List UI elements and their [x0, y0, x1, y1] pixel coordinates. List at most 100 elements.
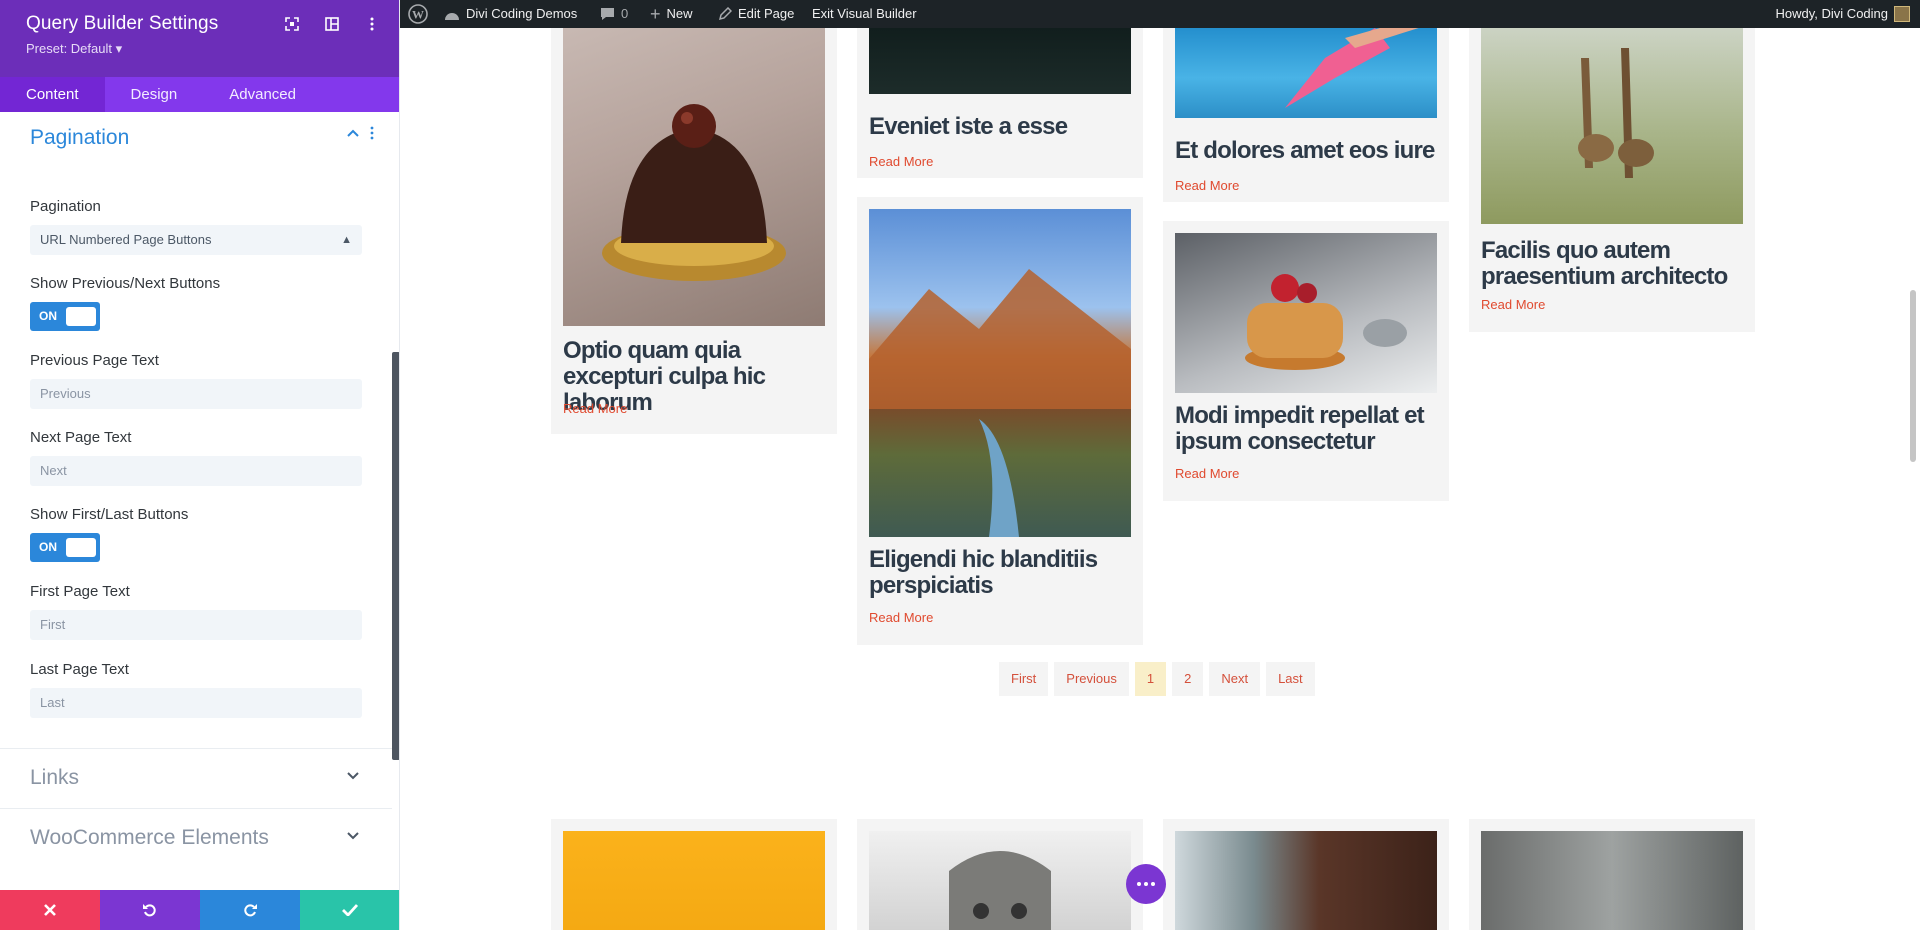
comments-link[interactable]: 0: [600, 0, 628, 28]
post-card: Optio quam quia excepturi culpa hic labo…: [551, 28, 837, 434]
read-more-link[interactable]: Read More: [1481, 297, 1545, 312]
panel-tabs: Content Design Advanced: [0, 77, 399, 112]
show-prev-next-toggle[interactable]: ON: [30, 302, 100, 331]
post-card: Et dolores amet eos iure Read More: [1163, 28, 1449, 202]
previous-page-text-input[interactable]: Previous: [30, 379, 362, 409]
next-page-text-input[interactable]: Next: [30, 456, 362, 486]
section-title: WooCommerce Elements: [30, 826, 269, 849]
post-card: [551, 819, 837, 930]
fullscreen-icon[interactable]: [283, 15, 301, 33]
builder-menu-button[interactable]: [1126, 864, 1166, 904]
post-title[interactable]: Et dolores amet eos iure: [1175, 138, 1445, 164]
post-title[interactable]: Eveniet iste a esse: [869, 114, 1139, 140]
comment-icon: [601, 8, 614, 20]
page-2-button[interactable]: 2: [1172, 662, 1204, 696]
save-button[interactable]: [300, 890, 399, 930]
read-more-link[interactable]: Read More: [1175, 466, 1239, 481]
show-first-last-toggle[interactable]: ON: [30, 533, 100, 562]
close-icon: [44, 904, 56, 916]
post-card: [1469, 819, 1755, 930]
post-image[interactable]: [869, 831, 1131, 930]
panel-scrollbar[interactable]: [392, 352, 399, 760]
wp-admin-bar: W Divi Coding Demos 0 + New Edit Page Ex…: [400, 0, 1920, 28]
avatar: [1894, 6, 1910, 22]
previous-page-text-field: Previous Page Text Previous: [30, 352, 362, 409]
first-page-button[interactable]: First: [999, 662, 1049, 696]
preset-dropdown[interactable]: Preset: Default ▾: [26, 41, 122, 57]
post-image[interactable]: [1175, 233, 1437, 393]
post-image[interactable]: [1481, 831, 1743, 930]
select-arrows-icon: ▲︎: [341, 234, 352, 246]
dashboard-icon: [445, 13, 459, 20]
post-image[interactable]: [869, 209, 1131, 537]
tab-design[interactable]: Design: [105, 77, 204, 112]
read-more-link[interactable]: Read More: [1175, 178, 1239, 193]
site-name: Divi Coding Demos: [466, 6, 578, 21]
tab-content[interactable]: Content: [0, 77, 105, 112]
pagination-section-header[interactable]: Pagination: [0, 112, 392, 168]
edit-page-link[interactable]: Edit Page: [718, 0, 794, 28]
next-page-text-field: Next Page Text Next: [30, 429, 362, 486]
next-page-button[interactable]: Next: [1209, 662, 1261, 696]
undo-button[interactable]: [100, 890, 200, 930]
select-value: URL Numbered Page Buttons: [40, 232, 212, 247]
first-page-text-field: First Page Text First: [30, 583, 362, 640]
section-title: Links: [30, 766, 80, 789]
previous-page-button[interactable]: Previous: [1054, 662, 1129, 696]
post-image[interactable]: [869, 28, 1131, 94]
howdy-text: Howdy, Divi Coding: [1775, 6, 1888, 21]
redo-icon: [244, 904, 257, 917]
post-title[interactable]: Modi impedit repellat et ipsum consectet…: [1175, 403, 1445, 455]
field-label: Show First/Last Buttons: [30, 506, 189, 523]
redo-button[interactable]: [200, 890, 300, 930]
toggle-state: ON: [39, 540, 57, 554]
last-page-text-input[interactable]: Last: [30, 688, 362, 718]
chevron-down-icon[interactable]: [346, 769, 360, 788]
post-card: [1163, 819, 1449, 930]
more-options-icon[interactable]: [363, 15, 381, 33]
pagination-select[interactable]: URL Numbered Page Buttons ▲︎: [30, 225, 362, 255]
chevron-up-icon[interactable]: [346, 126, 360, 145]
links-section-header[interactable]: Links: [0, 748, 392, 808]
user-menu[interactable]: Howdy, Divi Coding: [1776, 0, 1910, 28]
post-image[interactable]: [1481, 28, 1743, 224]
site-name-link[interactable]: Divi Coding Demos: [444, 0, 577, 28]
tab-advanced[interactable]: Advanced: [203, 77, 322, 112]
section-title: Pagination: [30, 126, 130, 149]
wordpress-logo-icon[interactable]: W: [408, 0, 428, 28]
first-page-text-input[interactable]: First: [30, 610, 362, 640]
panel-action-bar: [0, 890, 399, 930]
post-card: Modi impedit repellat et ipsum consectet…: [1163, 221, 1449, 501]
discard-button[interactable]: [0, 890, 100, 930]
page-1-button[interactable]: 1: [1134, 662, 1167, 696]
pagination-field: Pagination URL Numbered Page Buttons ▲︎: [30, 198, 362, 255]
toggle-knob: [66, 307, 96, 326]
field-label: Pagination: [30, 198, 101, 215]
field-label: Previous Page Text: [30, 352, 159, 369]
post-image[interactable]: [563, 831, 825, 930]
pagination: First Previous 1 2 Next Last: [999, 662, 1315, 696]
last-page-button[interactable]: Last: [1266, 662, 1315, 696]
page-scrollbar[interactable]: [1910, 290, 1916, 462]
field-label: First Page Text: [30, 583, 130, 600]
new-label: New: [666, 6, 693, 21]
read-more-link[interactable]: Read More: [563, 401, 627, 416]
field-label: Next Page Text: [30, 429, 132, 446]
split-view-icon[interactable]: [323, 15, 341, 33]
post-card: Eveniet iste a esse Read More: [857, 28, 1143, 178]
exit-visual-builder-link[interactable]: Exit Visual Builder: [812, 0, 917, 28]
post-image[interactable]: [1175, 28, 1437, 118]
panel-body: Pagination Pagination URL Numbered Page …: [0, 112, 392, 890]
read-more-link[interactable]: Read More: [869, 610, 933, 625]
post-image[interactable]: [563, 28, 825, 326]
post-title[interactable]: Eligendi hic blanditiis perspiciatis: [869, 547, 1139, 599]
chevron-down-icon[interactable]: [346, 829, 360, 848]
read-more-link[interactable]: Read More: [869, 154, 933, 169]
post-title[interactable]: Facilis quo autem praesentium architecto: [1481, 238, 1751, 290]
pencil-icon: [718, 7, 732, 21]
toggle-state: ON: [39, 309, 57, 323]
section-menu-icon[interactable]: [370, 126, 374, 145]
new-content-link[interactable]: + New: [650, 0, 693, 28]
post-image[interactable]: [1175, 831, 1437, 930]
woocommerce-section-header[interactable]: WooCommerce Elements: [0, 808, 392, 868]
